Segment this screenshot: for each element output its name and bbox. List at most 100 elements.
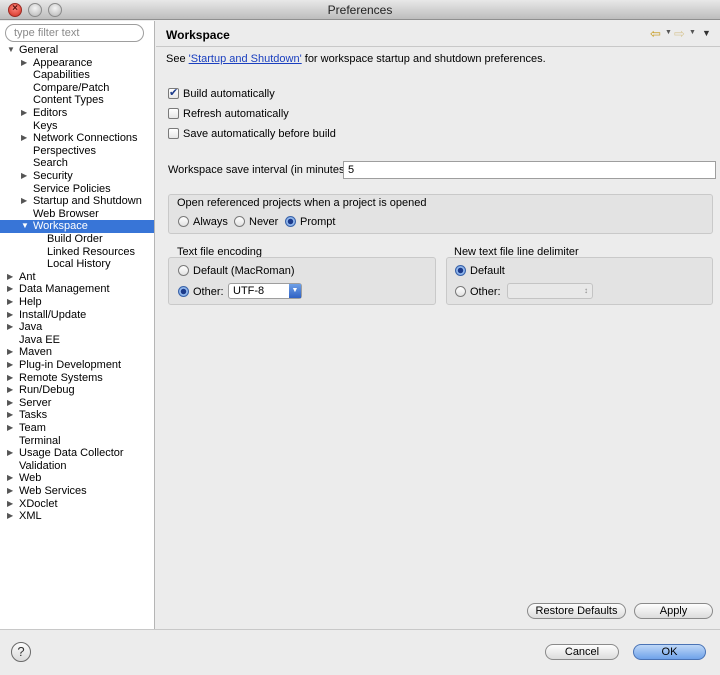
radio-circle[interactable] [178,286,189,297]
arrow-left-icon[interactable]: ⇦ [650,26,661,42]
tree-item[interactable]: ▶ Run/Debug [0,384,154,397]
tree-item[interactable]: ▶ Help [0,296,154,309]
tree-item-label: Web Browser [33,207,99,220]
collapsed-triangle-icon[interactable]: ▶ [21,197,29,205]
tree-item[interactable]: Search [0,157,154,170]
tree-item[interactable]: ▼ Workspace [0,220,154,234]
filter-input[interactable]: type filter text [5,24,144,42]
tree-item[interactable]: ▶ Startup and Shutdown [0,195,154,208]
collapsed-triangle-icon[interactable]: ▶ [7,310,15,319]
collapsed-triangle-icon[interactable]: ▶ [7,398,15,407]
arrow-right-icon[interactable]: ⇨ [674,26,685,42]
tree-item-label: Startup and Shutdown [33,195,142,208]
radio-circle[interactable] [178,265,189,276]
tree-item[interactable]: ▶ Team [0,422,154,435]
collapsed-triangle-icon[interactable]: ▶ [7,411,15,419]
tree-item[interactable]: Java EE [0,334,154,347]
tree-item[interactable]: ▶ Server [0,397,154,410]
checkbox-box[interactable] [168,86,179,99]
back-history-dropdown-icon[interactable]: ▼ [665,29,672,36]
tree-item-label: General [19,44,59,56]
collapsed-triangle-icon[interactable]: ▶ [7,272,15,281]
tree-item[interactable]: Perspectives [0,145,154,158]
tree-item[interactable]: ▶ Plug-in Development [0,359,154,372]
checkbox-box[interactable] [168,128,179,139]
checkbox-box[interactable] [168,108,179,119]
tree-item[interactable]: ▶ Java [0,321,154,334]
chevron-down-icon[interactable]: ▼ [289,284,301,298]
tree-item-label: Capabilities [33,69,90,82]
collapsed-triangle-icon[interactable]: ▶ [7,512,15,520]
expanded-triangle-icon[interactable]: ▼ [21,222,29,230]
tree-item[interactable]: Linked Resources [0,246,154,259]
tree-item[interactable]: ▶ Tasks [0,409,154,422]
collapsed-triangle-icon[interactable]: ▶ [7,499,15,508]
tree-item[interactable]: ▶ Maven [0,346,154,359]
tree-item[interactable]: ▶ Web [0,472,154,485]
updown-icon[interactable]: ↕ [580,284,592,298]
encoding-select[interactable]: UTF-8 ▼ [228,283,302,299]
radio-circle[interactable] [285,216,296,227]
collapsed-triangle-icon[interactable]: ▶ [21,109,29,117]
tree-item[interactable]: Service Policies [0,183,154,196]
tree-item[interactable]: ▶ XDoclet [0,498,154,511]
forward-history-dropdown-icon[interactable]: ▼ [689,29,696,36]
delimiter-select[interactable]: ↕ [507,283,593,299]
tree-item[interactable]: ▶ Install/Update [0,309,154,322]
tree-item-label: Perspectives [33,144,96,157]
tree-item[interactable]: Web Browser [0,208,154,221]
collapsed-triangle-icon[interactable]: ▶ [21,58,29,67]
save-interval-label: Workspace save interval (in minutes): [168,164,352,176]
tree-item[interactable]: ▶ Network Connections [0,132,154,145]
expanded-triangle-icon[interactable]: ▼ [7,46,15,54]
collapsed-triangle-icon[interactable]: ▶ [7,487,15,495]
tree-item[interactable]: ▶ Data Management [0,283,154,296]
tree-item[interactable]: ▶ Remote Systems [0,372,154,385]
restore-defaults-button[interactable]: Restore Defaults [527,603,626,619]
collapsed-triangle-icon[interactable]: ▶ [7,361,15,369]
view-menu-icon[interactable]: ▼ [702,28,711,38]
tree-item-label: Help [19,296,42,308]
collapsed-triangle-icon[interactable]: ▶ [21,134,29,142]
radio-circle[interactable] [455,265,466,276]
tree-item[interactable]: ▶ Web Services [0,485,154,498]
collapsed-triangle-icon[interactable]: ▶ [7,449,15,457]
tree-item[interactable]: Build Order [0,233,154,246]
tree-item[interactable]: ▶ Appearance [0,57,154,70]
collapsed-triangle-icon[interactable]: ▶ [7,424,15,432]
radio-circle[interactable] [234,216,245,227]
checkbox-label: Build automatically [183,88,275,100]
tree-item[interactable]: ▶ Usage Data Collector [0,447,154,460]
ok-button[interactable]: OK [633,644,706,660]
tree-item[interactable]: ▶ Security [0,170,154,183]
collapsed-triangle-icon[interactable]: ▶ [7,386,15,394]
radio-circle[interactable] [178,216,189,227]
tree-item[interactable]: Validation [0,460,154,473]
tree-item[interactable]: Capabilities [0,69,154,82]
tree-item[interactable]: ▼ General [0,44,154,57]
tree-item[interactable]: Content Types [0,94,154,107]
collapsed-triangle-icon[interactable]: ▶ [7,285,15,293]
collapsed-triangle-icon[interactable]: ▶ [7,323,15,331]
tree-item[interactable]: Keys [0,120,154,133]
collapsed-triangle-icon[interactable]: ▶ [21,172,29,180]
apply-button[interactable]: Apply [634,603,713,619]
collapsed-triangle-icon[interactable]: ▶ [7,298,15,306]
collapsed-triangle-icon[interactable]: ▶ [7,373,15,382]
tree-item-label: Workspace [33,220,88,233]
tree-item[interactable]: ▶ XML [0,510,154,523]
help-icon[interactable]: ? [11,642,31,662]
collapsed-triangle-icon[interactable]: ▶ [7,348,15,356]
tree-item[interactable]: ▶ Ant [0,271,154,284]
startup-shutdown-link[interactable]: 'Startup and Shutdown' [189,53,302,65]
collapsed-triangle-icon[interactable]: ▶ [7,474,15,482]
save-interval-input[interactable]: 5 [343,161,716,179]
tree-item[interactable]: Local History [0,258,154,271]
radio-circle[interactable] [455,286,466,297]
tree-item[interactable]: Compare/Patch [0,82,154,95]
intro-text: See 'Startup and Shutdown' for workspace… [166,53,546,65]
tree-item[interactable]: Terminal [0,435,154,448]
cancel-button[interactable]: Cancel [545,644,619,660]
checkbox-label: Save automatically before build [183,128,336,140]
tree-item[interactable]: ▶ Editors [0,107,154,120]
